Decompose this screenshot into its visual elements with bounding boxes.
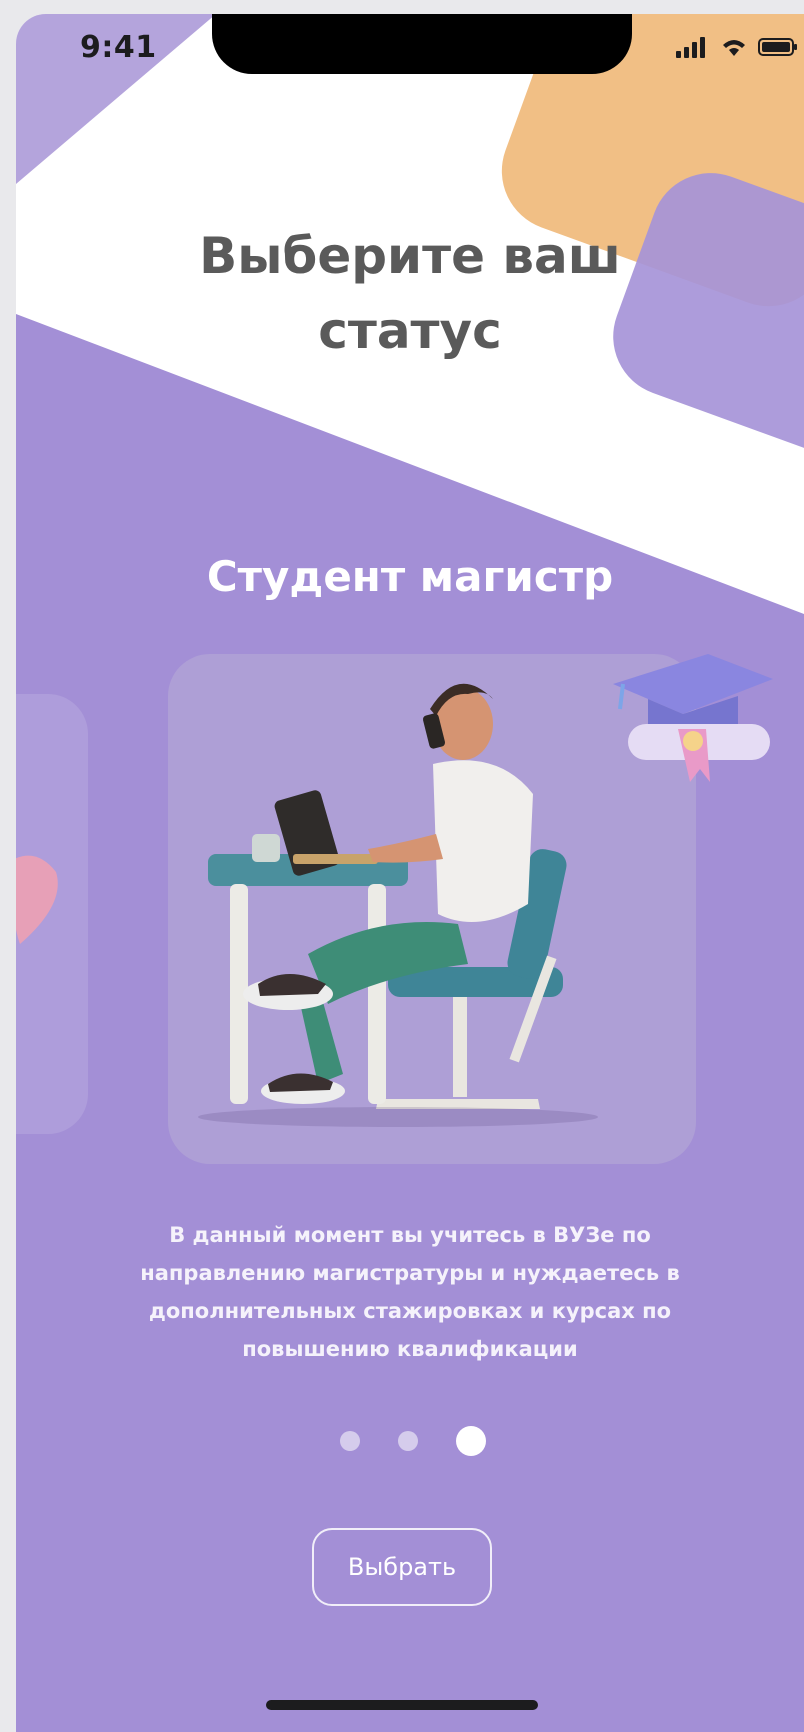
graduation-cap-icon — [613, 654, 773, 782]
status-icons — [676, 36, 798, 58]
pagination-dot-1[interactable] — [340, 1431, 360, 1451]
pagination-dot-3-active[interactable] — [456, 1426, 486, 1456]
page-title-line-2: статус — [318, 302, 502, 360]
pagination-dot-2[interactable] — [398, 1431, 418, 1451]
notch — [212, 14, 632, 74]
pagination-dots — [16, 1426, 804, 1456]
phone-screen: 9:41 Выберите ваш статус Студент магистр — [16, 14, 804, 1732]
previous-status-card[interactable] — [16, 694, 88, 1134]
heart-illustration-icon — [16, 855, 58, 944]
status-card-title: Студент магистр — [206, 552, 614, 601]
status-description: В данный момент вы учитесь в ВУЗе по нап… — [140, 1223, 680, 1361]
page-title: Выберите ваш статус — [16, 219, 804, 369]
select-button[interactable]: Выбрать — [312, 1528, 492, 1606]
battery-icon — [758, 38, 797, 56]
status-time: 9:41 — [80, 30, 157, 65]
page-title-line-1: Выберите ваш — [199, 227, 621, 285]
wifi-icon — [723, 40, 745, 56]
cellular-signal-icon — [676, 37, 705, 58]
home-indicator[interactable] — [266, 1700, 538, 1710]
